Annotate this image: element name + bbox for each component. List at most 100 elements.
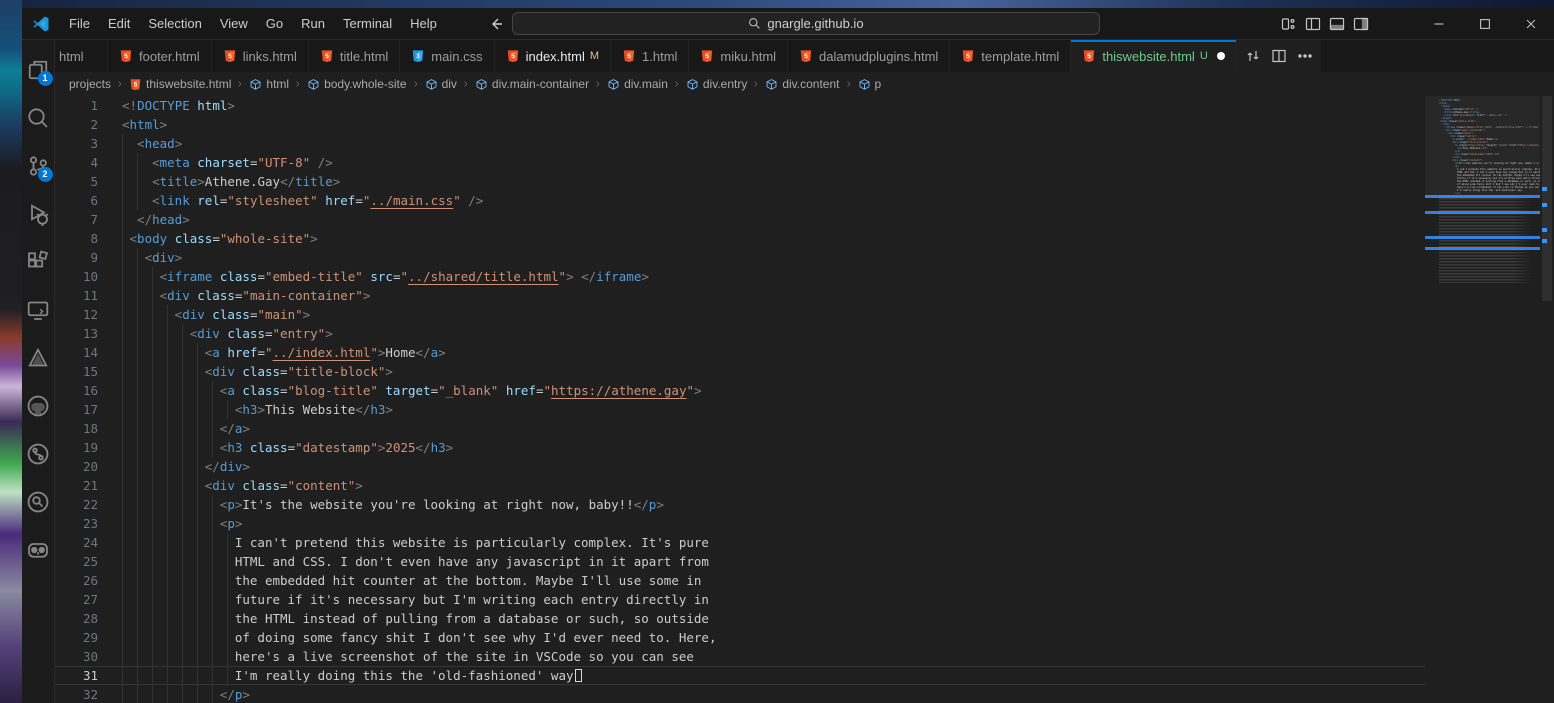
back-arrow-icon[interactable] xyxy=(488,16,504,32)
code-editor[interactable]: 1<!DOCTYPE html>2<html>3<head>4<meta cha… xyxy=(55,96,1554,703)
menu-run[interactable]: Run xyxy=(292,13,334,35)
split-editor-icon[interactable] xyxy=(1271,48,1287,64)
line-number[interactable]: 22 xyxy=(55,495,122,514)
line-number[interactable]: 1 xyxy=(55,96,122,115)
line-number[interactable]: 29 xyxy=(55,628,122,647)
code-line-18[interactable]: 18</a> xyxy=(55,419,1425,438)
code-line-31[interactable]: 31I'm really doing this the 'old-fashion… xyxy=(55,666,1425,685)
breadcrumb-div.main-container[interactable]: div.main-container xyxy=(475,77,589,91)
code-line-4[interactable]: 4<meta charset="UTF-8" /> xyxy=(55,153,1425,172)
activity-source-control[interactable]: 2 xyxy=(22,142,55,190)
command-center-search[interactable]: gnargle.github.io xyxy=(512,12,1100,35)
code-line-21[interactable]: 21<div class="content"> xyxy=(55,476,1425,495)
menu-edit[interactable]: Edit xyxy=(99,13,139,35)
line-number[interactable]: 20 xyxy=(55,457,122,476)
tab-title.html[interactable]: 5title.html xyxy=(309,40,400,72)
maximize-button[interactable] xyxy=(1462,8,1508,40)
code-line-19[interactable]: 19<h3 class="datestamp">2025</h3> xyxy=(55,438,1425,457)
line-number[interactable]: 30 xyxy=(55,647,122,666)
code-line-14[interactable]: 14<a href="../index.html">Home</a> xyxy=(55,343,1425,362)
tab-thiswebsite.html[interactable]: 5thiswebsite.htmlU xyxy=(1071,40,1236,72)
activity-search[interactable] xyxy=(22,94,55,142)
line-number[interactable]: 8 xyxy=(55,229,122,248)
activity-godot-tools[interactable] xyxy=(22,526,55,574)
line-number[interactable]: 27 xyxy=(55,590,122,609)
dirty-indicator-dot[interactable] xyxy=(1217,52,1225,60)
menu-go[interactable]: Go xyxy=(257,13,292,35)
line-number[interactable]: 23 xyxy=(55,514,122,533)
editor-scrollbar[interactable] xyxy=(1540,96,1554,703)
activity-explorer[interactable]: 1 xyxy=(22,46,55,94)
line-number[interactable]: 19 xyxy=(55,438,122,457)
tab-template.html[interactable]: 5template.html xyxy=(950,40,1071,72)
line-number[interactable]: 15 xyxy=(55,362,122,381)
line-number[interactable]: 17 xyxy=(55,400,122,419)
toggle-secondary-sidebar-icon[interactable] xyxy=(1353,16,1369,32)
code-line-8[interactable]: 8<body class="whole-site"> xyxy=(55,229,1425,248)
line-number[interactable]: 12 xyxy=(55,305,122,324)
code-line-27[interactable]: 27future if it's necessary but I'm writi… xyxy=(55,590,1425,609)
code-line-29[interactable]: 29of doing some fancy shit I don't see w… xyxy=(55,628,1425,647)
line-number[interactable]: 26 xyxy=(55,571,122,590)
code-line-24[interactable]: 24I can't pretend this website is partic… xyxy=(55,533,1425,552)
line-number[interactable]: 10 xyxy=(55,267,122,286)
menu-view[interactable]: View xyxy=(211,13,257,35)
code-line-26[interactable]: 26the embedded hit counter at the bottom… xyxy=(55,571,1425,590)
menu-terminal[interactable]: Terminal xyxy=(334,13,401,35)
activity-run-debug[interactable] xyxy=(22,190,55,238)
code-line-17[interactable]: 17<h3>This Website</h3> xyxy=(55,400,1425,419)
code-area[interactable]: 1<!DOCTYPE html>2<html>3<head>4<meta cha… xyxy=(55,96,1425,703)
tab-html[interactable]: html xyxy=(55,40,108,72)
toggle-primary-sidebar-icon[interactable] xyxy=(1305,16,1321,32)
code-line-20[interactable]: 20</div> xyxy=(55,457,1425,476)
code-line-25[interactable]: 25HTML and CSS. I don't even have any ja… xyxy=(55,552,1425,571)
breadcrumb-projects[interactable]: projects xyxy=(69,77,111,91)
code-line-2[interactable]: 2<html> xyxy=(55,115,1425,134)
activity-github[interactable] xyxy=(22,382,55,430)
menu-help[interactable]: Help xyxy=(401,13,446,35)
tab-dalamudplugins.html[interactable]: 5dalamudplugins.html xyxy=(788,40,950,72)
code-line-22[interactable]: 22<p>It's the website you're looking at … xyxy=(55,495,1425,514)
line-number[interactable]: 9 xyxy=(55,248,122,267)
code-line-6[interactable]: 6<link rel="stylesheet" href="../main.cs… xyxy=(55,191,1425,210)
code-line-3[interactable]: 3<head> xyxy=(55,134,1425,153)
line-number[interactable]: 24 xyxy=(55,533,122,552)
tab-index.html[interactable]: 5index.htmlM xyxy=(495,40,611,72)
line-number[interactable]: 3 xyxy=(55,134,122,153)
toggle-panel-icon[interactable] xyxy=(1329,16,1345,32)
line-number[interactable]: 32 xyxy=(55,685,122,703)
menu-file[interactable]: File xyxy=(60,13,99,35)
minimap-slider[interactable] xyxy=(1425,96,1540,196)
activity-azure-a-logo[interactable] xyxy=(22,334,55,382)
open-changes-icon[interactable] xyxy=(1245,48,1261,64)
code-line-23[interactable]: 23<p> xyxy=(55,514,1425,533)
line-number[interactable]: 21 xyxy=(55,476,122,495)
activity-remote-explorer[interactable] xyxy=(22,286,55,334)
minimize-button[interactable] xyxy=(1416,8,1462,40)
activity-extensions[interactable] xyxy=(22,238,55,286)
line-number[interactable]: 16 xyxy=(55,381,122,400)
breadcrumb-div[interactable]: div xyxy=(425,77,457,91)
line-number[interactable]: 18 xyxy=(55,419,122,438)
code-line-30[interactable]: 30here's a live screenshot of the site i… xyxy=(55,647,1425,666)
code-line-16[interactable]: 16<a class="blog-title" target="_blank" … xyxy=(55,381,1425,400)
code-line-13[interactable]: 13<div class="entry"> xyxy=(55,324,1425,343)
activity-git-graph[interactable] xyxy=(22,430,55,478)
code-line-32[interactable]: 32</p> xyxy=(55,685,1425,703)
code-line-28[interactable]: 28the HTML instead of pulling from a dat… xyxy=(55,609,1425,628)
breadcrumb-html[interactable]: html xyxy=(249,77,289,91)
tab-1.html[interactable]: 51.html xyxy=(611,40,689,72)
breadcrumb-p[interactable]: p xyxy=(858,77,882,91)
line-number[interactable]: 11 xyxy=(55,286,122,305)
code-line-7[interactable]: 7</head> xyxy=(55,210,1425,229)
more-actions-icon[interactable] xyxy=(1297,48,1313,64)
line-number[interactable]: 2 xyxy=(55,115,122,134)
line-number[interactable]: 25 xyxy=(55,552,122,571)
breadcrumb-thiswebsite.html[interactable]: 5thiswebsite.html xyxy=(129,77,231,91)
tab-main.css[interactable]: 3main.css xyxy=(400,40,494,72)
code-line-1[interactable]: 1<!DOCTYPE html> xyxy=(55,96,1425,115)
code-line-5[interactable]: 5<title>Athene.Gay</title> xyxy=(55,172,1425,191)
tab-miku.html[interactable]: 5miku.html xyxy=(689,40,788,72)
code-line-12[interactable]: 12<div class="main"> xyxy=(55,305,1425,324)
tab-links.html[interactable]: 5links.html xyxy=(212,40,309,72)
